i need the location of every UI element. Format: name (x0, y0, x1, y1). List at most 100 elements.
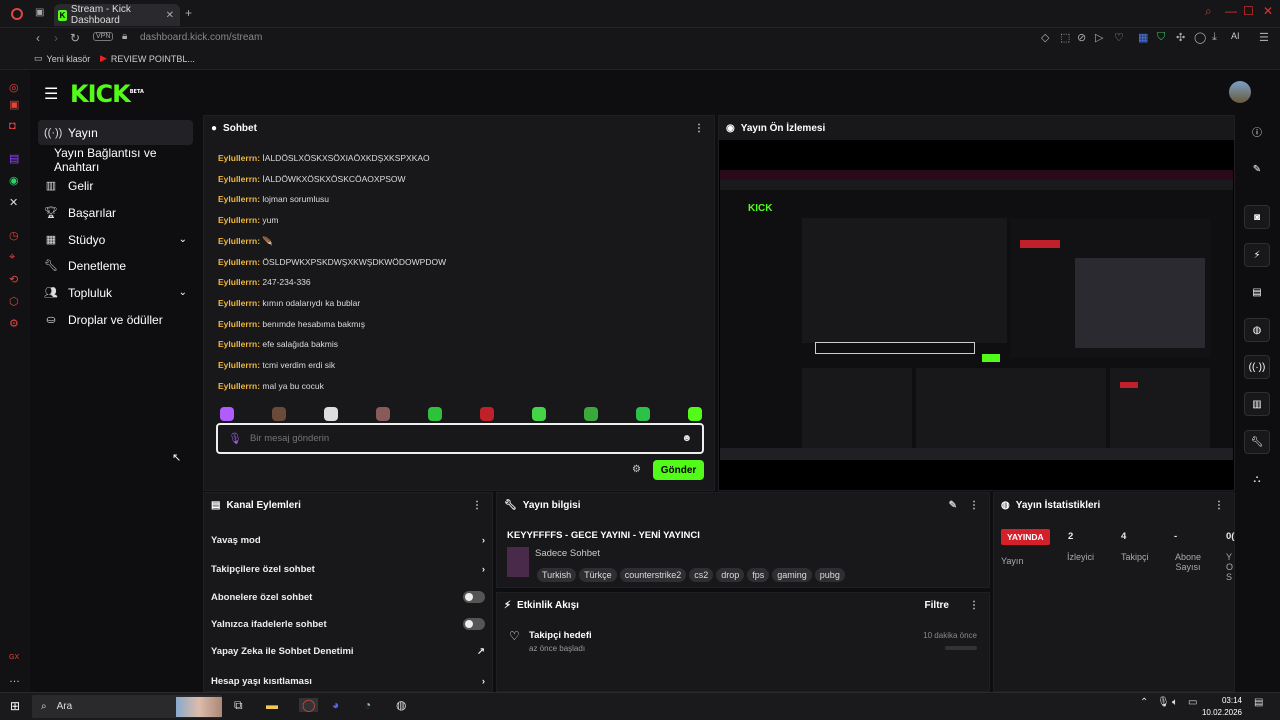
emote-icon[interactable] (272, 407, 286, 421)
address-text[interactable]: dashboard.kick.com/stream (140, 32, 262, 43)
translate-icon[interactable]: ▦ (1138, 31, 1148, 44)
shield-icon[interactable]: ⛉ (1157, 31, 1165, 44)
server-icon[interactable]: ▥ (1244, 392, 1270, 416)
chat-icon[interactable]: ◍ (1244, 318, 1270, 342)
emotes-only-toggle[interactable] (463, 618, 485, 630)
chat-username[interactable]: Eylullerrn: (218, 194, 260, 204)
more-options-icon[interactable]: ⋮ (1214, 500, 1224, 511)
forward-icon[interactable]: › (54, 31, 58, 45)
more-options-icon[interactable]: ⋮ (694, 123, 704, 134)
menu-icon[interactable]: ☰ (1259, 31, 1269, 44)
sidebar-item-stream-key[interactable]: Yayın Bağlantısı ve Anahtarı (48, 146, 198, 174)
info-icon[interactable]: ⓘ (1244, 119, 1270, 143)
chat-username[interactable]: Eylullerrn: (218, 153, 260, 163)
stream-tag[interactable]: Turkish (537, 568, 577, 582)
network-icon[interactable]: ▭ (1188, 697, 1197, 708)
search-icon[interactable]: ⌕ (1205, 4, 1212, 19)
x-icon[interactable]: ✕ (9, 196, 18, 209)
chat-username[interactable]: Eylullerrn: (218, 339, 260, 349)
snapshot-icon[interactable]: ⬚ (1060, 31, 1070, 44)
more-options-icon[interactable]: ⋮ (472, 500, 482, 511)
play-icon[interactable]: ▷ (1095, 31, 1103, 44)
share-icon[interactable]: ⛬ (1244, 467, 1270, 491)
emote-icon[interactable] (376, 407, 390, 421)
emote-icon[interactable] (428, 407, 442, 421)
bookmark-folder[interactable]: ▭ Yeni klasör (34, 53, 90, 64)
sidebar-item-basarilar[interactable]: 🏆︎ Başarılar (38, 200, 193, 225)
send-button[interactable]: Gönder (653, 460, 704, 480)
emote-icon[interactable] (480, 407, 494, 421)
new-tab-icon[interactable]: + (185, 6, 192, 20)
heart-icon[interactable]: ♡ (1114, 31, 1124, 44)
chat-username[interactable]: Eylullerrn: (218, 257, 260, 267)
stream-tag[interactable]: fps (747, 568, 770, 582)
sidebar-item-droplar[interactable]: ⛀ Droplar ve ödüller (38, 307, 193, 332)
chat-username[interactable]: Eylullerrn: (218, 174, 260, 184)
tab-menu-icon[interactable]: ▣ (35, 7, 44, 18)
sidebar-item-studyo[interactable]: ▦ Stüdyo ⌄ (38, 227, 193, 252)
chat-username[interactable]: Eylullerrn: (218, 236, 260, 246)
cube-icon[interactable]: ⬡ (9, 295, 19, 308)
stream-tag[interactable]: gaming (772, 568, 812, 582)
puzzle-icon[interactable]: ✣ (1176, 31, 1185, 44)
sidebar-item-denetleme[interactable]: 🔧︎ Denetleme (38, 253, 193, 278)
opera-taskbar-icon[interactable]: ◯ (299, 698, 319, 712)
pin-icon[interactable]: ⌖ (9, 251, 15, 264)
chat-username[interactable]: Eylullerrn: (218, 381, 260, 391)
hamburger-menu-icon[interactable]: ☰ (44, 84, 58, 104)
back-icon[interactable]: ‹ (36, 31, 40, 45)
ai-button[interactable]: AI (1231, 31, 1240, 41)
aria-icon[interactable]: ◎ (9, 81, 19, 94)
broadcast-rail-icon[interactable]: ((·)) (1244, 355, 1270, 379)
emote-icon[interactable] (688, 407, 702, 421)
tray-chevron-icon[interactable]: ⌃ (1140, 697, 1148, 708)
discord-icon[interactable]: ◕ (332, 698, 339, 712)
avatar[interactable] (1229, 81, 1251, 103)
action-account-age[interactable]: Hesap yaşı kısıtlaması › (211, 672, 491, 690)
bookmark-link[interactable]: ▶ REVIEW POINTBL... (100, 53, 195, 64)
emote-icon[interactable] (636, 407, 650, 421)
sidebar-item-yayin[interactable]: ((·)) Yayın (38, 120, 193, 145)
windows-start-icon[interactable]: ⊞ (10, 699, 20, 713)
volume-icon[interactable]: 🔈︎ (1172, 697, 1178, 708)
chat-username[interactable]: Eylullerrn: (218, 360, 260, 370)
adblock-icon[interactable]: ⊘ (1077, 31, 1086, 44)
microphone-icon[interactable]: 🎙︎ (228, 432, 242, 445)
filter-button[interactable]: Filtre (925, 600, 949, 611)
emoji-icon[interactable]: ☻ (681, 433, 692, 444)
messenger-icon[interactable]: ▣ (9, 98, 19, 111)
maximize-icon[interactable]: ☐ (1243, 4, 1254, 18)
stream-tag[interactable]: Türkçe (579, 568, 617, 582)
sidebar-item-topluluk[interactable]: 👥︎ Topluluk ⌄ (38, 280, 193, 305)
reload-icon[interactable]: ↻ (70, 31, 80, 45)
clock-date[interactable]: 10.02.2026 (1200, 708, 1242, 717)
task-view-icon[interactable]: ⧉ (234, 698, 243, 713)
chat-input-box[interactable]: 🎙︎ ☻ (216, 423, 704, 454)
emote-icon[interactable] (220, 407, 234, 421)
account-icon[interactable]: ◯ (1194, 31, 1206, 44)
sidebar-item-gelir[interactable]: ▥ Gelir (38, 173, 193, 198)
settings-icon[interactable]: ⚙ (9, 317, 19, 330)
opera-logo-icon[interactable] (11, 8, 23, 20)
kick-logo[interactable]: KICKBETA (70, 80, 144, 108)
gx-icon[interactable]: GX (9, 654, 19, 661)
clock-time[interactable]: 03:14 (1204, 696, 1242, 705)
mic-tray-icon[interactable]: 🎙︎ (1157, 697, 1170, 708)
more-options-icon[interactable]: ⋮ (969, 500, 979, 511)
edit-icon[interactable]: ✎ (1244, 157, 1270, 181)
file-explorer-icon[interactable]: ▬ (266, 698, 278, 712)
stream-tag[interactable]: cs2 (689, 568, 714, 582)
steam-icon[interactable]: ◔ (364, 698, 371, 712)
chat-username[interactable]: Eylullerrn: (218, 215, 260, 225)
download-icon[interactable]: ⤓ (1212, 31, 1217, 44)
chat-username[interactable]: Eylullerrn: (218, 298, 260, 308)
notification-icon[interactable]: ▤ (1254, 697, 1263, 708)
stream-tag[interactable]: counterstrike2 (619, 568, 687, 582)
player-icon[interactable]: ◷ (9, 229, 19, 242)
browser-tab[interactable]: K Stream - Kick Dashboard ✕ (54, 4, 180, 26)
obs-icon[interactable]: ◍ (396, 698, 406, 712)
action-ai-moderation[interactable]: Yapay Zeka ile Sohbet Denetimi ↗ (211, 642, 491, 660)
notes-icon[interactable]: ▤ (1244, 280, 1270, 304)
stream-tag[interactable]: drop (716, 568, 745, 582)
history-icon[interactable]: ⟲ (9, 273, 18, 286)
